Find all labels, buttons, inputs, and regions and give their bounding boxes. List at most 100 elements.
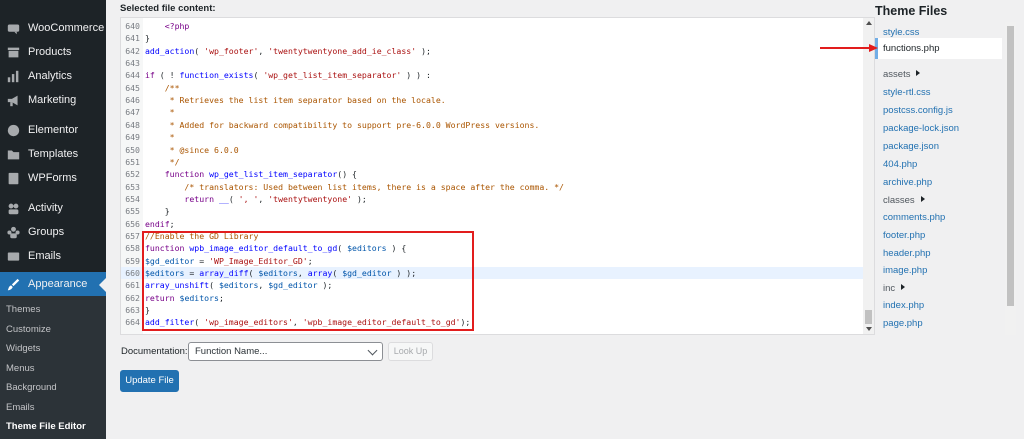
code-line[interactable]: 646 * Retrieves the list item separator … xyxy=(121,94,863,106)
theme-file-link[interactable]: image.php xyxy=(883,265,927,276)
code-line[interactable]: 663} xyxy=(121,304,863,316)
submenu-item-menus[interactable]: Menus xyxy=(6,363,35,374)
code-line[interactable]: 651 */ xyxy=(121,156,863,168)
code-line[interactable]: 660 $editors = array_diff( $editors, arra… xyxy=(121,267,863,279)
code-editor[interactable]: 640 <?php 641} 642 add_action( 'wp_footer',… xyxy=(120,17,875,335)
code-line[interactable]: 654 return __( ', ', 'twentytwentyone' )… xyxy=(121,193,863,205)
theme-file-link[interactable]: search.php xyxy=(883,334,930,335)
analytics-icon xyxy=(4,67,22,85)
submenu-item-themes[interactable]: Themes xyxy=(6,304,40,315)
code-line[interactable]: 659 $gd_editor = 'WP_Image_Editor_GD'; xyxy=(121,255,863,267)
line-number: 649 xyxy=(125,132,140,143)
appearance-submenu: Themes Customize Widgets Menus Background Ema… xyxy=(0,296,106,439)
theme-file-link[interactable]: style.css xyxy=(883,27,919,38)
code-line[interactable]: 640 <?php xyxy=(121,20,863,32)
theme-folder[interactable]: assets xyxy=(883,69,920,80)
line-number: 641 xyxy=(125,33,140,44)
code-token: ( ! xyxy=(154,70,180,81)
sidebar-item-elementor[interactable]: Elementor xyxy=(0,118,106,142)
folder-icon xyxy=(4,145,22,163)
code-token: 'WP_Image_Editor_GD' xyxy=(209,255,308,266)
sidebar-item-templates[interactable]: Templates xyxy=(0,142,106,166)
theme-file-link[interactable]: package-lock.json xyxy=(883,123,959,134)
theme-file-selected[interactable]: functions.php xyxy=(875,38,1002,59)
theme-file-link[interactable]: archive.php xyxy=(883,177,932,188)
code-line[interactable]: 662 return $editors; xyxy=(121,292,863,304)
code-line[interactable]: 661 array_unshift( $editors, $gd_editor )… xyxy=(121,279,863,291)
code-line[interactable]: 653 /* translators: Used between list it… xyxy=(121,181,863,193)
selected-file-label: Selected file content: xyxy=(120,3,216,14)
submenu-item-theme-file-editor[interactable]: Theme File Editor xyxy=(6,421,86,432)
submenu-item-emails[interactable]: Emails xyxy=(6,402,35,413)
theme-files-title: Theme Files xyxy=(875,4,948,18)
scroll-up-icon[interactable] xyxy=(866,21,872,25)
theme-file-link[interactable]: package.json xyxy=(883,141,939,152)
submenu-item-widgets[interactable]: Widgets xyxy=(6,343,40,354)
sidebar-item-groups[interactable]: Groups xyxy=(0,220,106,244)
sidebar-item-analytics[interactable]: Analytics xyxy=(0,64,106,88)
code-line[interactable]: 650 * @since 6.0.0 xyxy=(121,144,863,156)
update-file-button[interactable]: Update File xyxy=(120,370,179,392)
code-line[interactable]: 657 //Enable the GD Library xyxy=(121,230,863,242)
line-number: 661 xyxy=(125,280,140,291)
sidebar-item-label: Products xyxy=(28,46,72,58)
woocommerce-icon xyxy=(4,19,22,37)
code-token: return xyxy=(145,292,180,303)
code-line[interactable]: 643 xyxy=(121,57,863,69)
theme-folder[interactable]: inc xyxy=(883,283,905,294)
sidebar-item-woocommerce[interactable]: WooCommerce xyxy=(0,16,106,40)
code-line[interactable]: 648 * Added for backward compatibility t… xyxy=(121,119,863,131)
theme-files-scrollbar-thumb[interactable] xyxy=(1007,26,1014,306)
sidebar-item-emails[interactable]: Emails xyxy=(0,244,106,268)
code-line[interactable]: 655 } xyxy=(121,205,863,217)
code-token: $gd_editor xyxy=(342,268,392,278)
theme-file-link[interactable]: header.php xyxy=(883,248,931,259)
sidebar-item-label: WooCommerce xyxy=(28,22,105,34)
function-name-select[interactable]: Function Name... xyxy=(188,342,383,361)
line-number: 640 xyxy=(125,21,140,31)
line-number: 643 xyxy=(125,58,140,69)
code-line[interactable]: 647 * xyxy=(121,106,863,118)
theme-file-link[interactable]: page.php xyxy=(883,318,923,329)
sidebar-item-products[interactable]: Products xyxy=(0,40,106,64)
theme-file-link[interactable]: index.php xyxy=(883,300,924,311)
line-number: 657 xyxy=(125,230,140,241)
code-line[interactable]: 652 function wp_get_list_item_separator(… xyxy=(121,168,863,180)
code-line[interactable]: 641} xyxy=(121,32,863,44)
code-line[interactable]: 656 endif; xyxy=(121,218,863,230)
code-line[interactable]: 644 if ( ! function_exists( 'wp_get_list_… xyxy=(121,69,863,81)
theme-file-link[interactable]: comments.php xyxy=(883,212,945,223)
code-line[interactable]: 645 /** xyxy=(121,82,863,94)
sidebar-item-marketing[interactable]: Marketing xyxy=(0,88,106,112)
theme-file-link[interactable]: style-rtl.css xyxy=(883,87,931,98)
chevron-down-icon xyxy=(367,345,378,356)
code-token: array xyxy=(307,268,333,278)
theme-file-link[interactable]: 404.php xyxy=(883,159,917,170)
code-line[interactable]: 649 * xyxy=(121,131,863,143)
code-line[interactable]: 664 add_filter( 'wp_image_editors', 'wpb_… xyxy=(121,316,863,328)
code-line[interactable]: 642 add_action( 'wp_footer', 'twentytwent… xyxy=(121,45,863,57)
code-token: 'twentytwentyone' xyxy=(268,193,353,204)
line-number: 651 xyxy=(125,156,140,167)
scrollbar-thumb[interactable] xyxy=(865,310,872,324)
sidebar-item-wpforms[interactable]: WPForms xyxy=(0,166,106,190)
sidebar-item-activity[interactable]: Activity xyxy=(0,196,106,220)
look-up-button[interactable]: Look Up xyxy=(388,342,433,361)
theme-file-link[interactable]: footer.php xyxy=(883,230,925,241)
line-number: 655 xyxy=(125,206,140,217)
function-name-select-value: Function Name... xyxy=(195,346,268,357)
code-token: = xyxy=(194,255,210,266)
line-number: 658 xyxy=(125,243,140,254)
submenu-item-background[interactable]: Background xyxy=(6,382,57,393)
sidebar-item-label: Marketing xyxy=(28,94,77,106)
line-number: 644 xyxy=(125,70,140,81)
code-line[interactable]: 658 function wpb_image_editor_default_to_… xyxy=(121,242,863,254)
submenu-item-customize[interactable]: Customize xyxy=(6,324,51,335)
editor-scrollbar[interactable] xyxy=(863,18,874,334)
sidebar-item-appearance[interactable]: Appearance xyxy=(0,272,106,296)
scroll-down-icon[interactable] xyxy=(866,327,872,331)
theme-files-scrollbar[interactable] xyxy=(1005,22,1016,335)
code-token: wpb_image_editor_default_to_gd xyxy=(189,243,338,254)
theme-file-link[interactable]: postcss.config.js xyxy=(883,105,953,116)
theme-folder[interactable]: classes xyxy=(883,195,925,206)
